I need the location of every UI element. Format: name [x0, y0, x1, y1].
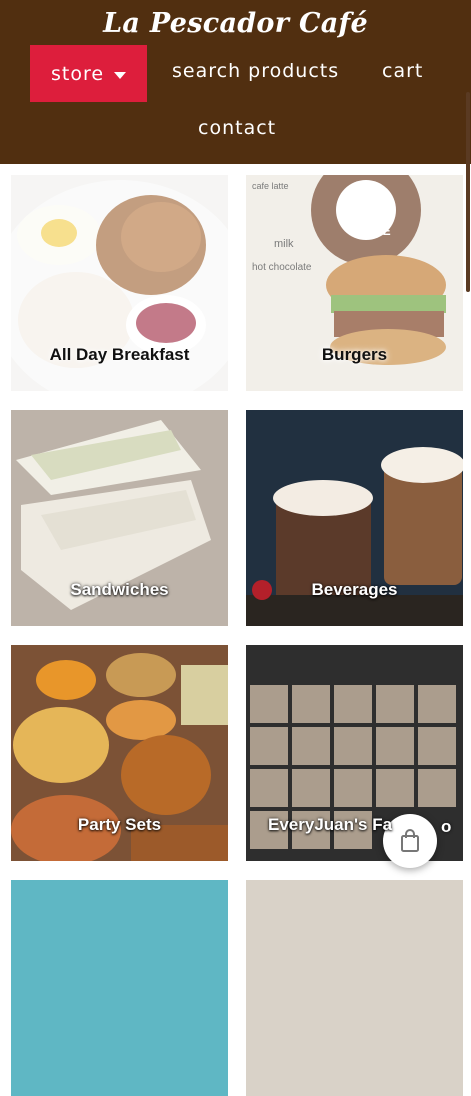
category-label: EveryJuan's Fa: [268, 815, 393, 834]
category-tile-sandwiches[interactable]: Sandwiches: [11, 410, 228, 626]
category-label: Party Sets: [77, 815, 162, 834]
category-tile-burgers[interactable]: CAFE cafe latte milk hot chocolate Burge…: [246, 175, 463, 391]
nav-search-products[interactable]: search products: [172, 60, 339, 82]
milk-text: milk: [274, 238, 294, 250]
category-tile-everyjuans[interactable]: EveryJuan's Fa: [246, 645, 463, 861]
nav-contact[interactable]: contact: [198, 117, 276, 139]
nav-store-label: store: [50, 62, 105, 85]
site-header: La Pescador Café store search products c…: [0, 0, 471, 292]
cafe-sign-text: CAFE: [358, 224, 391, 238]
nav-store-button[interactable]: store: [30, 45, 147, 102]
hot-chocolate-text: hot chocolate: [252, 262, 312, 273]
category-label: All Day Breakfast: [49, 345, 190, 364]
category-tile-party-sets[interactable]: Party Sets: [11, 645, 228, 861]
scrollbar[interactable]: [466, 92, 470, 292]
category-label: Sandwiches: [70, 580, 169, 599]
category-tile-7[interactable]: [11, 880, 228, 1096]
category-tile-8[interactable]: [246, 880, 463, 1096]
chevron-down-icon: [114, 71, 127, 79]
category-label: Burgers: [321, 345, 388, 364]
category-tile-breakfast[interactable]: All Day Breakfast: [11, 175, 228, 391]
brand-title[interactable]: La Pescador Café: [0, 8, 471, 39]
category-tile-beverages[interactable]: Beverages: [246, 410, 463, 626]
category-label: Beverages: [311, 580, 398, 599]
nav-cart[interactable]: cart: [382, 60, 423, 82]
cafe-latte-text: cafe latte: [252, 181, 289, 191]
